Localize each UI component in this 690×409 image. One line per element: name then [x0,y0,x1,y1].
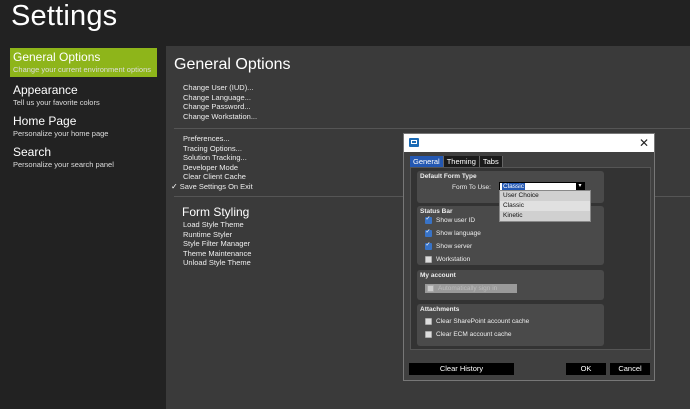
clear-ecm-cache-checkbox[interactable]: Clear ECM account cache [425,331,512,338]
sidebar-item-appearance[interactable]: Appearance Tell us your favorite colors [10,81,157,110]
tool-links: Preferences... Tracing Options... Soluti… [171,134,253,192]
checkbox-label: Show user ID [436,217,476,224]
sidebar-item-title: Search [13,145,52,159]
ok-button[interactable]: OK [566,363,606,375]
attachments-group: Attachments Clear SharePoint account cac… [417,304,604,346]
sidebar-item-search[interactable]: Search Personalize your search panel [10,143,157,172]
user-links: Change User (IUD)... Change Language... … [183,83,257,121]
dialog-titlebar: ✕ [404,134,654,152]
dropdown-option-kinetic[interactable]: Kinetic [500,211,590,221]
checkbox-unchecked-icon [425,318,432,325]
dialog-tabs: General Theming Tabs [410,156,503,167]
checkbox-label: Clear ECM account cache [436,331,512,338]
app-icon [409,138,419,147]
tab-theming[interactable]: Theming [444,156,480,167]
preferences-link[interactable]: Preferences... [183,134,253,144]
group-title: My account [420,272,456,279]
checkbox-unchecked-icon [427,285,434,292]
sidebar-item-title: General Options [13,50,101,64]
sidebar-item-subtitle: Personalize your search panel [13,160,114,169]
sidebar-item-title: Home Page [13,114,77,128]
form-to-use-label: Form To Use: [452,184,491,191]
sidebar-item-subtitle: Change your current environment options [13,65,151,74]
clear-sharepoint-cache-checkbox[interactable]: Clear SharePoint account cache [425,318,529,325]
show-user-id-checkbox[interactable]: Show user ID [425,215,476,224]
sidebar-item-subtitle: Tell us your favorite colors [13,98,100,107]
checkbox-label: Show server [436,243,473,250]
workstation-checkbox[interactable]: Workstation [425,256,470,263]
save-settings-toggle[interactable]: ✓ Save Settings On Exit [171,182,253,192]
load-style-theme-link[interactable]: Load Style Theme [183,220,251,230]
checkbox-label: Automatically sign in [438,285,498,292]
change-language-link[interactable]: Change Language... [183,93,257,103]
dropdown-option-user-choice[interactable]: User Choice [500,191,590,201]
developer-mode-link[interactable]: Developer Mode [183,163,253,173]
save-settings-label: Save Settings On Exit [179,181,253,191]
checkbox-label: Workstation [436,256,471,263]
change-workstation-link[interactable]: Change Workstation... [183,112,257,122]
close-icon[interactable]: ✕ [639,136,649,150]
sidebar-item-general-options[interactable]: General Options Change your current envi… [10,48,157,77]
unload-style-theme-link[interactable]: Unload Style Theme [183,258,251,268]
selected-value: Classic [502,183,525,190]
checkbox-checked-icon [425,228,432,237]
tab-tabs[interactable]: Tabs [480,156,503,167]
theme-maintenance-link[interactable]: Theme Maintenance [183,249,251,259]
change-password-link[interactable]: Change Password... [183,102,257,112]
divider [174,128,690,129]
checkbox-label: Show language [436,230,481,237]
sidebar: General Options Change your current envi… [0,46,166,409]
sidebar-item-home-page[interactable]: Home Page Personalize your home page [10,112,157,141]
change-user-link[interactable]: Change User (IUD)... [183,83,257,93]
clear-client-cache-link[interactable]: Clear Client Cache [183,172,253,182]
form-styling-title: Form Styling [182,205,250,219]
show-server-checkbox[interactable]: Show server [425,241,473,250]
dropdown-option-classic[interactable]: Classic [500,201,590,211]
checkmark-icon: ✓ [171,181,178,191]
style-filter-manager-link[interactable]: Style Filter Manager [183,239,251,249]
clear-history-button[interactable]: Clear History [409,363,514,375]
runtime-styler-link[interactable]: Runtime Styler [183,230,251,240]
checkbox-label: Clear SharePoint account cache [436,318,530,325]
tab-general[interactable]: General [410,156,444,167]
section-heading: General Options [174,56,291,73]
checkbox-checked-icon [425,215,432,224]
form-styling-links: Load Style Theme Runtime Styler Style Fi… [183,220,251,268]
group-title: Attachments [420,306,460,313]
solution-tracking-link[interactable]: Solution Tracking... [183,153,253,163]
group-title: Status Bar [420,208,453,215]
cancel-button[interactable]: Cancel [610,363,650,375]
chevron-down-icon[interactable]: ▾ [576,183,584,190]
my-account-group: My account Automatically sign in [417,270,604,300]
checkbox-unchecked-icon [425,256,432,263]
options-dialog: ✕ General Theming Tabs Default Form Type… [403,133,655,381]
tracing-options-link[interactable]: Tracing Options... [183,144,253,154]
checkbox-checked-icon [425,241,432,250]
page-title: Settings [11,0,118,32]
form-type-dropdown-list: User Choice Classic Kinetic [499,190,591,222]
sidebar-item-subtitle: Personalize your home page [13,129,109,138]
checkbox-unchecked-icon [425,331,432,338]
group-title: Default Form Type [420,173,477,180]
auto-sign-in-checkbox[interactable]: Automatically sign in [425,284,517,293]
show-language-checkbox[interactable]: Show language [425,228,481,237]
sidebar-item-title: Appearance [13,83,78,97]
